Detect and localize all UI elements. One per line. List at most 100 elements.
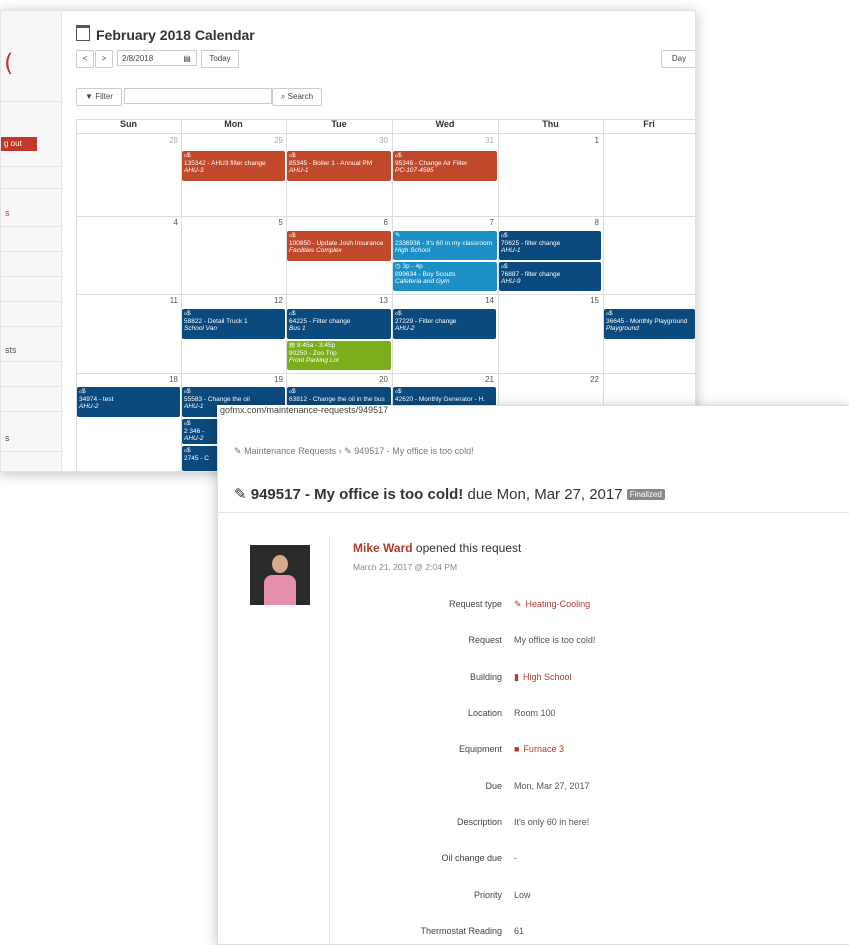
day-number: 28 (169, 136, 178, 145)
field-value-text: Heating-Cooling (525, 599, 591, 609)
field-value-request-type[interactable]: ✎ Heating-Cooling (514, 599, 590, 610)
day-number: 5 (278, 218, 283, 227)
breadcrumb-separator: › (338, 446, 342, 456)
day-view-button[interactable]: Day (661, 50, 695, 68)
calendar-event[interactable]: ✎ 2336936 - It's 60 in my classroom High… (393, 231, 497, 260)
prev-button[interactable]: < (76, 50, 94, 68)
search-input[interactable] (124, 88, 272, 104)
logout-button[interactable]: g out (1, 137, 37, 151)
calendar-event[interactable]: ℴ$ 2 346 - AHU-2 (182, 419, 218, 444)
wrench-icon: ℴ$ (289, 232, 296, 239)
day-number: 30 (379, 136, 388, 145)
calendar-event[interactable]: ℴ$ 2745 - C (182, 446, 218, 471)
weekday-header: Thu (542, 119, 559, 129)
calendar-event[interactable]: ℴ$ 27229 - Filter change AHU-2 (393, 309, 496, 339)
wrench-icon: ✎ (234, 486, 247, 503)
avatar-head (272, 555, 288, 573)
field-label: Equipment (458, 744, 502, 754)
calendar-event[interactable]: ℴ$ 76887 - filter change AHU-9 (499, 262, 601, 291)
next-button[interactable]: > (95, 50, 113, 68)
opener-name-link[interactable]: Mike Ward (353, 541, 413, 555)
wrench-icon: ℴ$ (501, 263, 508, 270)
event-location: AHU-1 (289, 167, 309, 174)
avatar-body (264, 575, 296, 605)
wrench-icon: ℴ$ (289, 388, 296, 395)
event-title: 36645 - Monthly Playground (606, 317, 688, 325)
sidebar-divider (1, 251, 61, 252)
calendar-event[interactable]: ℴ$ 58822 - Detail Truck 1 School Van (182, 309, 285, 339)
url-bar[interactable]: gofmx.com/maintenance-requests/949517 (217, 405, 392, 419)
page-title: ✎ 949517 - My office is too cold! due Mo… (234, 485, 665, 503)
event-title: 27229 - Filter change (395, 317, 457, 325)
wrench-icon: ℴ$ (395, 388, 402, 395)
event-title: 95346 - Change Air Filter (395, 159, 468, 167)
calendar-picker-icon[interactable]: ▤ (179, 51, 195, 67)
calendar-event[interactable]: ℴ$ 34974 - test AHU-2 (77, 387, 180, 417)
wrench-icon: ℴ$ (395, 310, 402, 317)
event-location: AHU-3 (184, 167, 204, 174)
sidebar-item[interactable]: s (5, 433, 10, 443)
event-title: 64225 - Filter change (289, 317, 351, 325)
event-title: 2336936 - It's 60 in my classroom (395, 239, 492, 247)
day-number: 15 (590, 296, 599, 305)
wrench-icon: ✎ (395, 232, 401, 239)
page-title: February 2018 Calendar (76, 25, 255, 43)
sidebar-divider (1, 451, 61, 452)
wrench-icon: ℴ$ (184, 152, 191, 159)
search-button[interactable]: ⌕ Search (272, 88, 322, 106)
event-location: AHU-2 (79, 403, 99, 410)
day-number: 11 (169, 296, 178, 305)
calendar-title: February 2018 Calendar (96, 27, 255, 43)
wrench-icon: ✎ (234, 446, 242, 456)
calendar-event[interactable]: ℴ$ 85345 - Boiler 1 - Annual PM AHU-1 (287, 151, 391, 181)
calendar-event[interactable]: ℴ$ 95346 - Change Air Filter PC-107-4595 (393, 151, 497, 181)
field-value-due: Mon, Mar 27, 2017 (514, 781, 590, 791)
event-title: 70625 - filter change (501, 239, 561, 247)
calendar-event[interactable]: ℴ$ 36645 - Monthly Playground Playground (604, 309, 695, 339)
event-location: PC-107-4595 (395, 167, 434, 174)
event-location: Bus 1 (289, 325, 306, 332)
breadcrumb-current: 949517 - My office is too cold! (354, 446, 474, 456)
day-number: 18 (169, 375, 178, 384)
wrench-icon: ℴ$ (395, 152, 402, 159)
event-location: Playground (606, 325, 639, 332)
day-number: 12 (274, 296, 283, 305)
event-title: 2745 - C (184, 454, 209, 462)
sidebar-item[interactable]: s (5, 208, 10, 218)
sidebar-item[interactable]: sts (5, 345, 17, 355)
field-label: Priority (473, 890, 502, 900)
status-badge: Finalized (626, 489, 665, 500)
calendar-event[interactable]: ℴ$ 135342 - AHU3 filter change AHU-3 (182, 151, 285, 181)
event-title: 76887 - filter change (501, 270, 561, 278)
field-label: Thermostat Reading (420, 926, 502, 936)
calendar-event[interactable]: ◷ 3p - 4p 899634 - Boy Scouts Cafeteria … (393, 262, 497, 291)
calendar-event[interactable]: ▤ 8:45a - 3:45p 90250 - Zoo Trip Front P… (287, 341, 391, 370)
field-label: Location (467, 708, 502, 718)
field-value-priority: Low (514, 890, 531, 900)
filter-button[interactable]: ▼ Filter (76, 88, 122, 106)
field-value-equipment[interactable]: ■ Furnace 3 (514, 744, 564, 754)
sidebar-divider (1, 361, 61, 362)
field-label: Oil change due (441, 853, 502, 863)
event-title: 42620 - Monthly Generator - H. (395, 395, 485, 403)
logo-icon: ( (4, 49, 14, 77)
field-label: Description (456, 817, 502, 827)
today-button[interactable]: Today (201, 50, 239, 68)
day-number: 8 (594, 218, 599, 227)
weekday-header: Wed (435, 119, 455, 129)
breadcrumb-root[interactable]: Maintenance Requests (244, 446, 336, 456)
calendar-event[interactable]: ℴ$ 100850 - Update Josh Insurance Facili… (287, 231, 391, 261)
calendar-event[interactable]: ℴ$ 64225 - Filter change Bus 1 (287, 309, 391, 339)
request-window: ✎ Maintenance Requests › ✎ 949517 - My o… (217, 405, 849, 945)
event-title: 55583 - Change the oil (184, 395, 250, 403)
calendar-icon (76, 25, 90, 41)
wrench-icon: ℴ$ (289, 152, 296, 159)
weekday-header: Mon (224, 119, 243, 129)
field-label: Request (468, 635, 502, 645)
field-value-text: High School (522, 672, 572, 682)
weekday-header: Tue (331, 119, 347, 129)
event-title: 135342 - AHU3 filter change (184, 159, 266, 167)
calendar-event[interactable]: ℴ$ 70625 - filter change AHU-1 (499, 231, 601, 260)
event-location: AHU-2 (395, 325, 415, 332)
field-value-building[interactable]: ▮ High School (514, 672, 571, 683)
